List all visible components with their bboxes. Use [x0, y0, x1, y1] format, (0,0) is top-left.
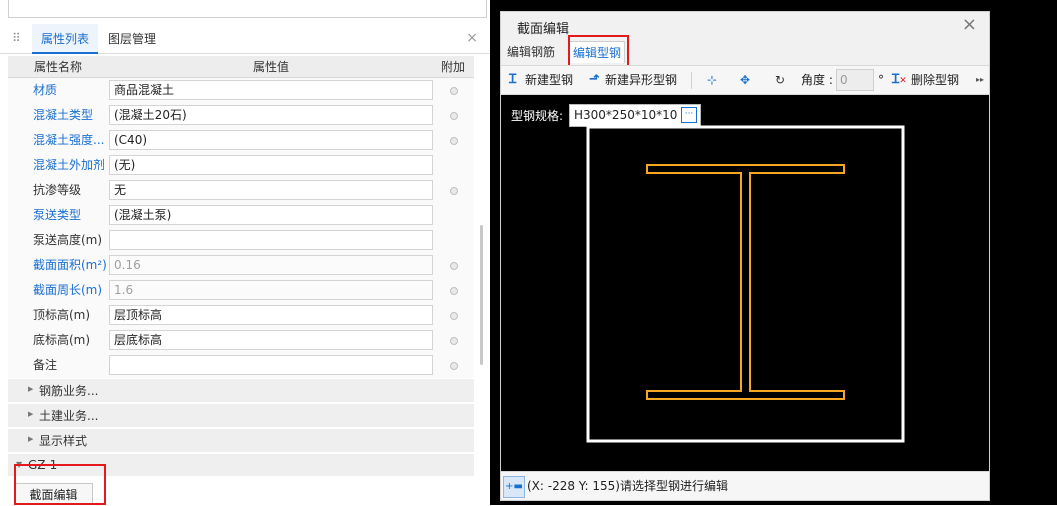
- move-icon[interactable]: ✥: [737, 66, 753, 94]
- column-header-name: 属性名称: [34, 60, 83, 74]
- delete-steel-button[interactable]: Ɪ✕ 删除型钢: [892, 66, 964, 94]
- property-value-field[interactable]: (C40): [109, 130, 433, 150]
- toolbar-separator: [691, 72, 692, 89]
- new-steel-button[interactable]: Ɪ 新建型钢: [509, 66, 579, 94]
- property-row: 泵送高度(m): [8, 228, 474, 253]
- toolbar-overflow-icon[interactable]: ▸▸: [976, 66, 984, 94]
- property-row: 泵送类型 (混凝土泵): [8, 203, 474, 228]
- vertical-scrollbar[interactable]: [480, 225, 483, 365]
- group-display-style[interactable]: ▶ 显示样式: [8, 428, 474, 452]
- extra-toggle[interactable]: [450, 112, 458, 120]
- expand-triangle-icon: ▶: [28, 385, 34, 393]
- snap-point-icon[interactable]: ⊹: [704, 66, 720, 94]
- extra-toggle[interactable]: [450, 187, 458, 195]
- dialog-title: 截面编辑: [517, 22, 570, 37]
- section-edit-dialog: 截面编辑 × 编辑钢筋 编辑型钢 Ɪ 新建型钢 ⬏ 新建异形型钢 ⊹ ✥ ↻ 角…: [500, 11, 990, 501]
- angle-unit: °: [878, 73, 884, 87]
- property-value-field[interactable]: 层底标高: [109, 330, 433, 350]
- expand-triangle-icon: ▶: [28, 410, 34, 418]
- property-name: 混凝土类型: [33, 108, 94, 122]
- extra-toggle[interactable]: [450, 87, 458, 95]
- section-drawing: [586, 125, 905, 443]
- status-text: (X: -228 Y: 155)请选择型钢进行编辑: [527, 479, 728, 493]
- property-name: 截面面积(m²): [33, 258, 107, 272]
- property-value-field[interactable]: (混凝土20石): [109, 105, 433, 125]
- property-value-field[interactable]: [109, 355, 433, 375]
- section-outline: [586, 125, 905, 443]
- property-row: 混凝土外加剂 (无): [8, 153, 474, 178]
- section-canvas[interactable]: 型钢规格: H300*250*10*10 ···: [501, 95, 989, 471]
- property-value-field[interactable]: [109, 230, 433, 250]
- top-input-strip: [8, 0, 487, 18]
- property-name: 材质: [33, 83, 58, 97]
- property-row: 抗渗等级 无: [8, 178, 474, 203]
- column-header-value: 属性值: [253, 60, 290, 74]
- panel-close-icon[interactable]: ×: [466, 30, 478, 46]
- property-value-field[interactable]: 无: [109, 180, 433, 200]
- property-name: 截面周长(m): [33, 283, 103, 297]
- property-row: 底标高(m) 层底标高: [8, 328, 474, 353]
- snap-toggle-button[interactable]: +▬: [503, 476, 525, 498]
- property-name: 泵送类型: [33, 208, 82, 222]
- rotate-icon[interactable]: ↻: [772, 66, 788, 94]
- property-value-field[interactable]: (混凝土泵): [109, 205, 433, 225]
- extra-toggle[interactable]: [450, 137, 458, 145]
- tab-edit-rebar[interactable]: 编辑钢筋: [507, 41, 555, 63]
- property-value-field[interactable]: 商品混凝土: [109, 80, 433, 100]
- h-steel-shape[interactable]: [646, 164, 845, 400]
- property-name: 混凝土强度...: [33, 133, 105, 147]
- property-name: 泵送高度(m): [33, 233, 103, 247]
- properties-panel: ⠿ 属性列表 图层管理 × 属性名称 属性值 附加 材质 商品混凝土 混凝土类型…: [0, 0, 490, 505]
- group-label: 显示样式: [39, 434, 88, 448]
- extra-toggle[interactable]: [450, 337, 458, 345]
- extra-toggle[interactable]: [450, 312, 458, 320]
- highlight-box: [14, 464, 106, 505]
- group-label: 钢筋业务...: [39, 384, 99, 398]
- property-row: 混凝土强度... (C40): [8, 128, 474, 153]
- group-civil-business[interactable]: ▶ 土建业务...: [8, 403, 474, 427]
- extra-toggle[interactable]: [450, 362, 458, 370]
- group-rebar-business[interactable]: ▶ 钢筋业务...: [8, 378, 474, 402]
- property-value-field[interactable]: 层顶标高: [109, 305, 433, 325]
- highlight-box: [568, 35, 629, 67]
- i-beam-icon: Ɪ: [509, 72, 517, 87]
- delete-steel-icon: Ɪ✕: [892, 72, 907, 87]
- property-grid-header: 属性名称 属性值 附加: [8, 56, 474, 78]
- property-row: 顶标高(m) 层顶标高: [8, 303, 474, 328]
- property-row: 材质 商品混凝土: [8, 78, 474, 103]
- dialog-status-bar: +▬ (X: -228 Y: 155)请选择型钢进行编辑: [501, 471, 989, 500]
- property-name: 顶标高(m): [33, 308, 91, 322]
- property-row: 备注: [8, 353, 474, 378]
- drag-handle-icon[interactable]: ⠿: [12, 32, 21, 44]
- extra-toggle[interactable]: [450, 262, 458, 270]
- property-value-field: 1.6: [109, 280, 433, 300]
- property-row: 混凝土类型 (混凝土20石): [8, 103, 474, 128]
- tab-layer-management[interactable]: 图层管理: [108, 24, 156, 54]
- angle-label: 角度 :: [801, 73, 833, 87]
- property-name: 底标高(m): [33, 333, 91, 347]
- column-header-extra: 附加: [441, 60, 466, 74]
- property-name: 备注: [33, 358, 58, 372]
- panel-tab-bar: ⠿ 属性列表 图层管理 ×: [0, 24, 490, 54]
- property-value-field: 0.16: [109, 255, 433, 275]
- extra-toggle[interactable]: [450, 287, 458, 295]
- property-name: 混凝土外加剂: [33, 158, 106, 172]
- angle-input[interactable]: 0: [836, 69, 874, 91]
- new-irregular-steel-button[interactable]: ⬏ 新建异形型钢: [589, 66, 684, 94]
- property-value-field[interactable]: (无): [109, 155, 433, 175]
- property-row: 截面面积(m²) 0.16: [8, 253, 474, 278]
- irregular-shape-icon: ⬏: [589, 72, 600, 87]
- dialog-toolbar: Ɪ 新建型钢 ⬏ 新建异形型钢 ⊹ ✥ ↻ 角度 : 0 ° Ɪ✕ 删除型钢 ▸…: [501, 65, 989, 95]
- expand-triangle-icon: ▶: [28, 435, 34, 443]
- dialog-close-icon[interactable]: ×: [962, 14, 977, 35]
- tab-attribute-list[interactable]: 属性列表: [32, 24, 98, 54]
- property-name: 抗渗等级: [33, 183, 82, 197]
- property-row: 截面周长(m) 1.6: [8, 278, 474, 303]
- group-label: 土建业务...: [39, 409, 99, 423]
